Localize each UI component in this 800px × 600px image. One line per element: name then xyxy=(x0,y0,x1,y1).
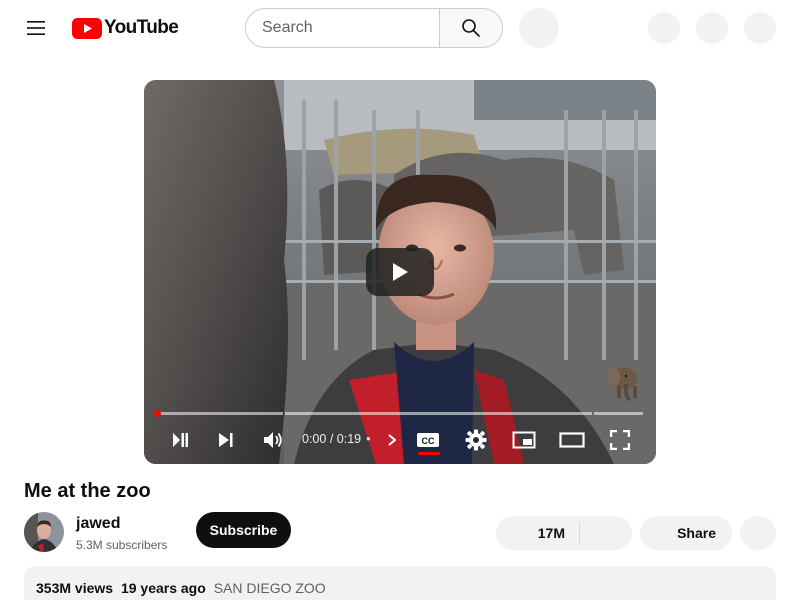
guide-menu-button[interactable] xyxy=(16,8,56,48)
masthead: YouTube xyxy=(0,0,800,56)
logo-wordmark: YouTube xyxy=(104,17,179,38)
search-input[interactable] xyxy=(262,19,440,37)
account-avatar-button[interactable] xyxy=(744,12,776,44)
play-icon xyxy=(393,263,408,281)
subscribe-button[interactable]: Subscribe xyxy=(196,512,291,548)
search-box[interactable] xyxy=(245,8,440,48)
theater-mode-icon xyxy=(559,432,585,448)
closed-captions-icon: CC xyxy=(417,433,439,447)
voice-search-button[interactable] xyxy=(519,8,559,48)
total-duration: 0:19 xyxy=(336,432,362,446)
captions-active-indicator xyxy=(418,452,440,455)
svg-text:CC: CC xyxy=(422,436,435,446)
notifications-button[interactable] xyxy=(696,12,728,44)
more-actions-button[interactable] xyxy=(740,516,776,550)
player-controls: 0:00 / 0:19 • CC xyxy=(144,416,656,464)
subtitles-button[interactable]: CC xyxy=(404,416,452,464)
time-separator: / xyxy=(329,432,334,446)
theater-mode-button[interactable] xyxy=(548,416,596,464)
play-button[interactable] xyxy=(156,416,204,464)
video-title: Me at the zoo xyxy=(24,480,151,502)
miniplayer-icon xyxy=(512,431,536,449)
owner-row: jawed 5.3M subscribers Subscribe 17M Sha… xyxy=(24,512,776,552)
video-player[interactable]: 0:00 / 0:19 • CC xyxy=(144,80,656,464)
description-info: 353M views 19 years ago SAN DIEGO ZOO xyxy=(36,580,326,596)
next-icon xyxy=(219,433,233,447)
mute-button[interactable] xyxy=(249,416,297,464)
seek-bar[interactable] xyxy=(154,410,643,417)
elephant-icon xyxy=(608,367,637,401)
chapter-segment xyxy=(594,412,643,415)
youtube-logo[interactable]: YouTube xyxy=(72,16,179,40)
miniplayer-button[interactable] xyxy=(500,416,548,464)
time-display: 0:00 / 0:19 • xyxy=(302,432,376,446)
subscriber-count: 5.3M subscribers xyxy=(76,538,168,552)
share-label: Share xyxy=(677,525,716,541)
channel-avatar[interactable] xyxy=(24,512,64,552)
chapter-segment xyxy=(285,412,592,415)
create-button[interactable] xyxy=(648,12,680,44)
view-count: 353M views xyxy=(36,580,114,596)
large-play-button[interactable] xyxy=(366,248,434,296)
volume-icon xyxy=(264,432,282,448)
upload-date: 19 years ago xyxy=(120,580,206,596)
fullscreen-icon xyxy=(610,430,630,450)
like-count: 17M xyxy=(537,525,565,541)
dislike-button[interactable] xyxy=(580,516,632,550)
next-button[interactable] xyxy=(202,416,250,464)
fullscreen-button[interactable] xyxy=(596,416,644,464)
location-tag[interactable]: SAN DIEGO ZOO xyxy=(214,580,326,596)
chevron-right-icon xyxy=(388,434,397,446)
settings-button[interactable] xyxy=(452,416,500,464)
avatar-image xyxy=(24,512,64,552)
settings-gear-icon xyxy=(465,429,487,451)
description-box[interactable]: 353M views 19 years ago SAN DIEGO ZOO xyxy=(24,566,776,600)
youtube-play-logo-icon xyxy=(72,17,102,39)
hamburger-menu-icon xyxy=(27,21,45,35)
play-icon xyxy=(173,433,188,447)
like-button[interactable]: 17M xyxy=(496,516,579,550)
like-dislike-segmented-button: 17M xyxy=(496,516,632,550)
channel-name[interactable]: jawed xyxy=(76,515,120,533)
share-button[interactable]: Share xyxy=(640,516,732,550)
search-icon xyxy=(462,19,480,37)
chapter-segment xyxy=(156,412,283,415)
current-time: 0:00 xyxy=(302,432,327,446)
search-button[interactable] xyxy=(439,8,503,48)
